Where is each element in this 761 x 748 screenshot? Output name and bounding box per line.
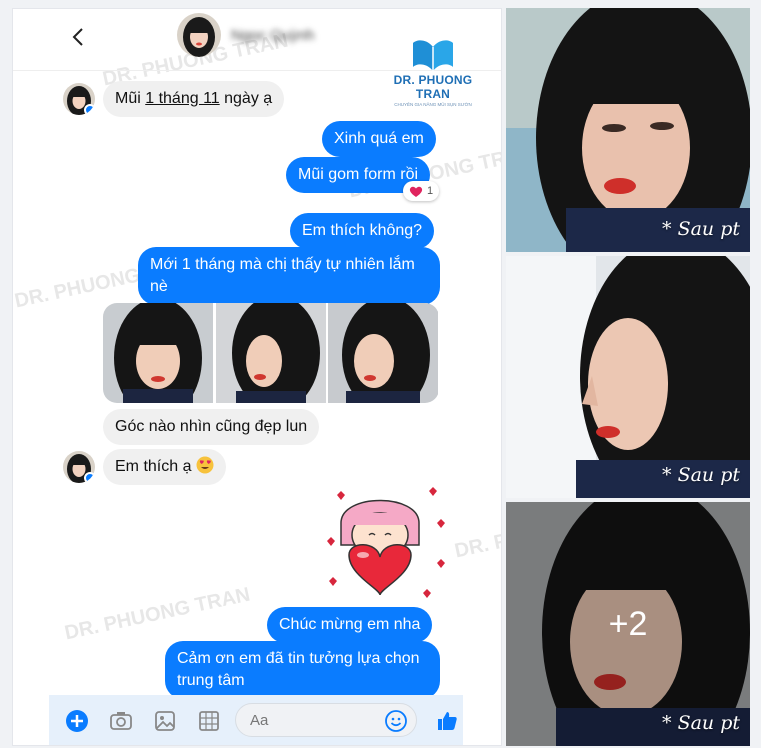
photo-thumbnail[interactable] [103,303,214,403]
result-photo[interactable]: +2 * Sau pt [506,502,750,746]
watermark: DR. PHUONG TRAN [62,583,253,645]
message-bubble: Cảm ơn em đã tin tưởng lựa chọn trung tâ… [165,641,440,699]
avatar[interactable] [63,83,95,115]
heart-icon [409,186,423,197]
message-composer: Aa [49,695,463,745]
photo-caption: * Sau pt [662,218,740,240]
plus-icon[interactable] [65,709,89,733]
reaction-count: 1 [427,185,434,197]
book-logo-icon [413,40,453,71]
like-icon[interactable] [435,709,459,733]
chat-screenshot[interactable]: DR. PHUONG TRAN DR. PHUONG TRAN DR. PHUO… [12,8,502,746]
chat-header: Ngọc Quỳnh DR. PHUONG TRAN CHUYÊN GIA NÂ… [13,9,501,107]
photo-thumbnail[interactable] [328,303,439,403]
photo-thumbnail[interactable] [215,303,327,403]
message-bubble: Em thích ạ [103,449,226,485]
more-photos-overlay[interactable]: +2 [506,502,750,746]
message-bubble: Xinh quá em [322,121,436,157]
contact-name: Ngọc Quỳnh [231,27,315,44]
photo-caption: * Sau pt [662,712,740,734]
message-bubble: Góc nào nhìn cũng đẹp lun [103,409,320,445]
avatar[interactable] [63,451,95,483]
message-bubble: Mới 1 tháng mà chị thấy tự nhiên lắm nè [138,247,440,305]
heart-eyes-emoji-icon [196,456,214,474]
result-photo[interactable]: * Sau pt [506,8,750,252]
brand-logo: DR. PHUONG TRAN CHUYÊN GIA NÂNG MŨI SỤN … [385,37,481,107]
chevron-left-icon[interactable] [71,27,85,51]
message-input-placeholder: Aa [250,712,269,729]
message-link[interactable]: 1 tháng 11 [145,90,219,107]
avatar[interactable] [177,13,221,57]
reaction-badge[interactable]: 1 [403,181,440,201]
message-input[interactable]: Aa [235,703,417,737]
result-photo[interactable]: * Sau pt [506,256,750,498]
watermark: DR. PHUONG TRAN [452,502,502,563]
brand-name: DR. PHUONG TRAN [393,73,473,101]
image-icon[interactable] [153,709,177,733]
portrait-photo [506,8,750,252]
heart-girl-sticker-icon[interactable] [319,483,449,603]
brand-tagline: CHUYÊN GIA NÂNG MŨI SỤN SƯỜN [394,102,472,107]
emoji-icon[interactable] [384,709,408,738]
post-collage: DR. PHUONG TRAN DR. PHUONG TRAN DR. PHUO… [0,0,761,748]
message-bubble: Mũi 1 tháng 11 ngày ạ [103,81,285,117]
message-bubble: Chúc mừng em nha [267,607,433,643]
gif-icon[interactable] [197,709,221,733]
messenger-badge-icon [84,472,95,483]
portrait-photo [506,256,750,498]
photo-attachment[interactable] [103,303,439,403]
photo-caption: * Sau pt [662,464,740,486]
message-bubble: Em thích không? [290,213,435,249]
camera-icon[interactable] [109,709,133,733]
messenger-badge-icon [84,104,95,115]
